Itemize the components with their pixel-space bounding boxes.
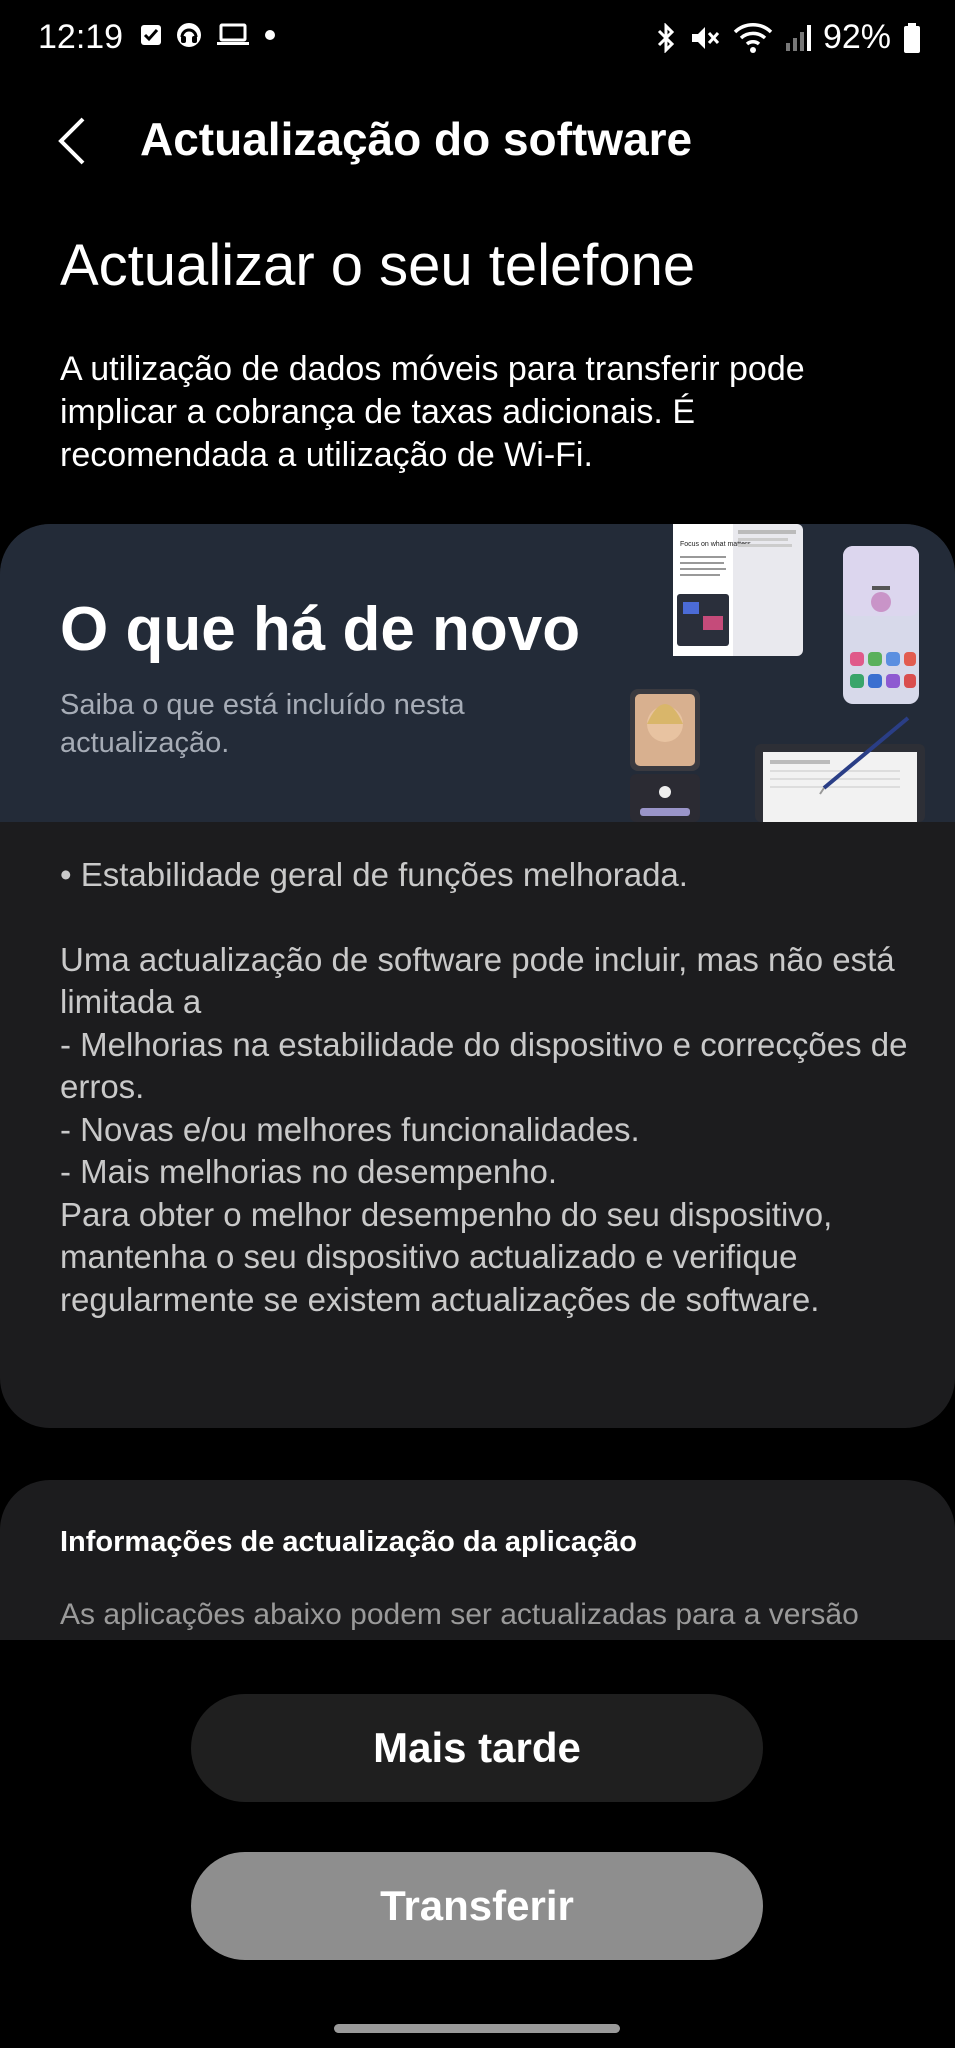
signal-icon [785,24,811,51]
status-bar: 12:19 92% [0,0,955,84]
app-update-info-card: Informações de actualização da aplicação… [0,1480,955,1640]
download-button[interactable]: Transferir [191,1852,763,1960]
home-indicator[interactable] [334,2024,620,2033]
whats-new-subtitle: Saiba o que está incluído nesta actualiz… [60,689,465,759]
back-button[interactable] [40,106,104,176]
mute-icon [691,26,720,49]
app-update-info-text: As aplicações abaixo podem ser actualiza… [60,1598,859,1631]
flip-phone-image [630,689,700,822]
release-notes-item: Uma actualização de software pode inclui… [60,940,908,1318]
data-usage-warning: A utilização de dados móveis para transf… [60,350,805,474]
checkbox-icon [141,25,161,45]
app-bar: Actualização do software [0,96,955,186]
battery-icon [904,22,920,53]
page-title: Actualização do software [140,113,693,165]
release-notes: • Estabilidade geral de funções melhorad… [60,854,920,1321]
status-system-icons: 92% [655,18,921,57]
headset-icon [177,23,201,47]
chevron-left-icon [58,117,85,165]
status-time: 12:19 [38,18,124,56]
update-heading: Actualizar o seu telefone [60,233,696,298]
whats-new-card: O que há de novo Saiba o que está incluí… [0,524,955,1428]
article-phone-image: Focus on what matters [673,524,803,656]
dot-icon [265,30,275,40]
home-screen-phone-image [843,546,919,704]
app-update-info-title: Informações de actualização da aplicação [60,1526,638,1558]
status-notification-icons [140,22,276,48]
laptop-icon [217,23,249,45]
wifi-icon [733,22,773,53]
bluetooth-icon [657,22,675,53]
release-notes-item: • Estabilidade geral de funções melhorad… [60,856,688,893]
later-button[interactable]: Mais tarde [191,1694,763,1802]
whats-new-banner: O que há de novo Saiba o que está incluí… [0,524,955,822]
release-notes-spacer [60,897,920,939]
tablet-with-pen-image [755,716,925,822]
device-illustration: Focus on what matters [630,524,925,822]
whats-new-title: O que há de novo [60,595,581,664]
battery-percent: 92% [822,18,891,56]
